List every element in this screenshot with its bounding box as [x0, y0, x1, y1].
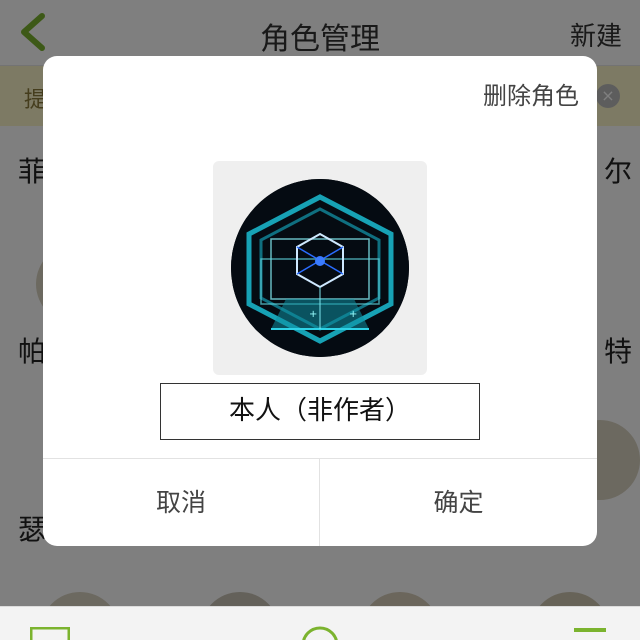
keyboard-icon[interactable]: [30, 627, 70, 640]
delete-role-button[interactable]: 删除角色: [483, 76, 579, 111]
edit-role-dialog: 删除角色 + + 本人（非作者） 取消 确定: [43, 56, 597, 546]
confirm-button[interactable]: 确定: [320, 459, 597, 546]
dialog-actions: 取消 确定: [43, 458, 597, 546]
avatar-picker[interactable]: + +: [213, 161, 427, 375]
avatar-image: + +: [231, 179, 409, 357]
cancel-button[interactable]: 取消: [43, 459, 320, 546]
add-circle-icon[interactable]: [300, 625, 340, 640]
bottom-toolbar: [0, 606, 640, 640]
role-name-field[interactable]: 本人（非作者）: [160, 383, 480, 440]
svg-text:+: +: [349, 309, 357, 320]
avatar-artwork: + +: [231, 179, 409, 357]
svg-text:+: +: [309, 309, 317, 320]
menu-icon[interactable]: [572, 627, 608, 640]
